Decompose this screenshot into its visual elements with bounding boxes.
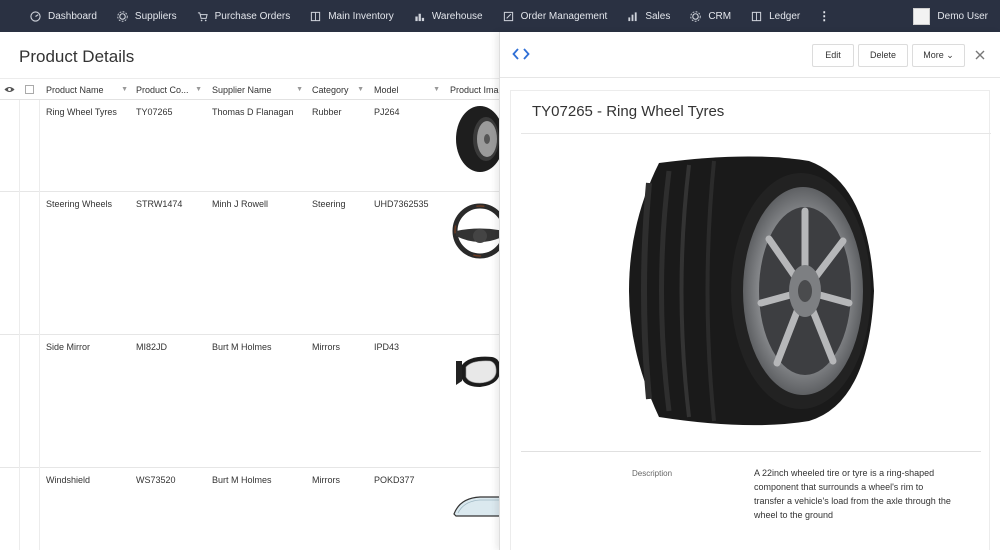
page-title: Product Details — [19, 47, 135, 66]
nav-item-ledger[interactable]: Ledger — [741, 0, 810, 32]
nav-label: CRM — [708, 10, 732, 22]
column-header-label: Product Name — [46, 85, 104, 95]
divider — [521, 451, 981, 452]
nav-label: Dashboard — [48, 10, 97, 22]
column-header-label: Supplier Name — [212, 85, 272, 95]
divider — [521, 133, 991, 134]
cell-product-code: WS73520 — [136, 475, 176, 485]
column-header-product-code[interactable]: Product Co... ▼ — [136, 79, 206, 101]
cell-supplier-name: Minh J Rowell — [212, 199, 269, 209]
nav-label: Suppliers — [134, 10, 177, 22]
column-header-model[interactable]: Model ▼ — [374, 79, 444, 101]
table-row[interactable]: Ring Wheel Tyres TY07265 Thomas D Flanag… — [0, 100, 500, 192]
more-menu-icon[interactable]: ⋮ — [810, 9, 838, 23]
cell-product-code: TY07265 — [136, 107, 173, 117]
description-text: A 22inch wheeled tire or tyre is a ring-… — [754, 468, 951, 520]
nav-item-main-inventory[interactable]: Main Inventory — [300, 0, 404, 32]
column-header-category[interactable]: Category ▼ — [312, 79, 368, 101]
top-nav: Dashboard Suppliers Purchase Orders Main… — [0, 0, 1000, 32]
cell-model: POKD377 — [374, 475, 415, 485]
cell-category: Mirrors — [312, 475, 340, 485]
column-header-product-name[interactable]: Product Name ▼ — [46, 79, 132, 101]
steering-wheel-thumbnail — [452, 203, 500, 259]
eye-icon[interactable] — [4, 85, 15, 94]
cell-category: Rubber — [312, 107, 342, 117]
sort-caret-icon: ▼ — [357, 86, 364, 93]
column-header-label: Product Ima — [450, 85, 499, 95]
bar-chart-icon — [627, 11, 638, 22]
panel-toolbar: Edit Delete More ⌄ — [500, 32, 1000, 78]
cart-icon — [197, 11, 208, 22]
table-row[interactable]: Windshield WS73520 Burt M Holmes Mirrors… — [0, 468, 500, 550]
side-mirror-thumbnail — [456, 356, 500, 387]
edit-button[interactable]: Edit — [812, 44, 854, 67]
gear-icon — [117, 10, 128, 22]
nav-label: Warehouse — [431, 10, 483, 22]
book-icon — [751, 11, 762, 22]
tire-thumbnail — [456, 106, 500, 172]
nav-label: Purchase Orders — [214, 10, 291, 22]
cell-model: UHD7362535 — [374, 199, 429, 209]
sort-caret-icon: ▼ — [296, 86, 303, 93]
gear-icon — [690, 10, 702, 22]
book-icon — [310, 11, 321, 22]
column-header-product-image[interactable]: Product Ima — [450, 79, 500, 101]
column-separator — [39, 100, 40, 550]
description-label: Description — [632, 469, 673, 478]
user-name: Demo User — [937, 10, 988, 22]
cell-product-code: MI82JD — [136, 342, 168, 352]
nav-item-purchase-orders[interactable]: Purchase Orders — [187, 0, 301, 32]
product-image — [629, 156, 874, 426]
column-separator — [19, 100, 20, 550]
sort-caret-icon: ▼ — [121, 86, 128, 93]
detail-card: TY07265 - Ring Wheel Tyres Description A… — [510, 90, 991, 550]
avatar — [913, 7, 931, 25]
sort-caret-icon: ▼ — [433, 86, 440, 93]
warehouse-icon — [414, 11, 425, 22]
nav-item-crm[interactable]: CRM — [680, 0, 741, 32]
nav-item-sales[interactable]: Sales — [617, 0, 680, 32]
cell-supplier-name: Burt M Holmes — [212, 342, 272, 352]
cell-product-code: STRW1474 — [136, 199, 183, 209]
cell-product-name: Side Mirror — [46, 342, 91, 352]
nav-label: Main Inventory — [328, 10, 394, 22]
delete-button[interactable]: Delete — [858, 44, 908, 67]
detail-title: TY07265 - Ring Wheel Tyres — [532, 103, 725, 120]
detail-panel: Edit Delete More ⌄ TY07265 - Ring Wheel … — [499, 32, 1000, 550]
nav-label: Ledger — [769, 10, 801, 22]
column-header-supplier-name[interactable]: Supplier Name ▼ — [212, 79, 307, 101]
nav-item-suppliers[interactable]: Suppliers — [107, 0, 187, 32]
cell-supplier-name: Thomas D Flanagan — [212, 107, 294, 117]
cell-product-name: Steering Wheels — [46, 199, 113, 209]
nav-label: Order Management — [520, 10, 608, 22]
sort-caret-icon: ▼ — [195, 86, 202, 93]
cell-supplier-name: Burt M Holmes — [212, 475, 272, 485]
cell-model: PJ264 — [374, 107, 400, 117]
nav-label: Sales — [645, 10, 671, 22]
column-header-label: Model — [374, 85, 399, 95]
table-header: Product Name ▼ Product Co... ▼ Supplier Na… — [0, 78, 500, 100]
nav-item-warehouse[interactable]: Warehouse — [404, 0, 493, 32]
nav-item-dashboard[interactable]: Dashboard — [0, 0, 107, 32]
edit-icon — [503, 11, 514, 22]
windshield-thumbnail — [453, 496, 500, 517]
nav-item-order-management[interactable]: Order Management — [493, 0, 618, 32]
cell-category: Mirrors — [312, 342, 340, 352]
column-header-label: Category — [312, 85, 349, 95]
cell-product-name: Ring Wheel Tyres — [46, 107, 117, 117]
table-row[interactable]: Side Mirror MI82JD Burt M Holmes Mirrors… — [0, 335, 500, 468]
code-brackets-icon[interactable] — [512, 47, 530, 61]
user-menu[interactable]: Demo User — [913, 0, 988, 32]
cell-model: IPD43 — [374, 342, 400, 352]
close-icon[interactable] — [975, 50, 985, 60]
cell-product-name: Windshield — [46, 475, 91, 485]
more-button[interactable]: More ⌄ — [912, 44, 965, 67]
column-header-label: Product Co... — [136, 85, 189, 95]
cell-category: Steering — [312, 199, 346, 209]
table-row[interactable]: Steering Wheels STRW1474 Minh J Rowell S… — [0, 192, 500, 335]
select-all-checkbox[interactable] — [25, 85, 34, 94]
product-table: Product Name ▼ Product Co... ▼ Supplier Na… — [0, 78, 500, 550]
dashboard-icon — [30, 10, 41, 22]
